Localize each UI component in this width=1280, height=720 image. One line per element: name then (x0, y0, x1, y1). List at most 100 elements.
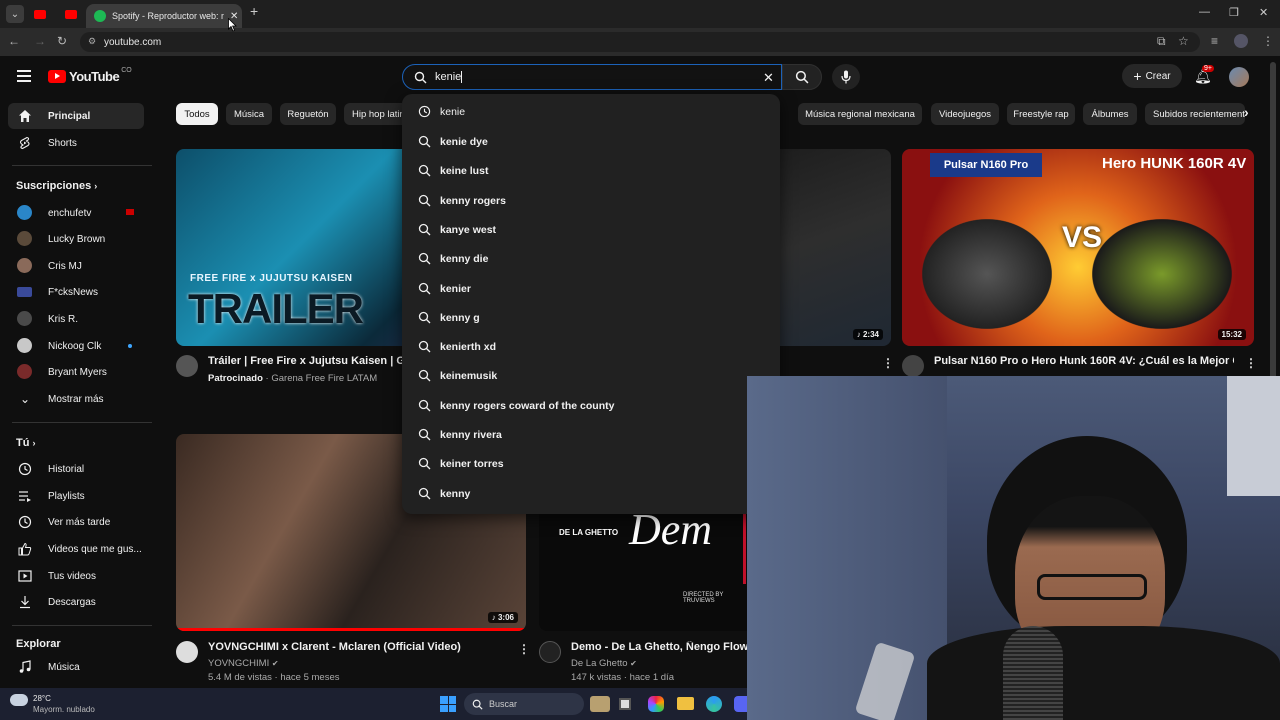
chevron-right-icon[interactable]: › (1244, 104, 1249, 120)
reading-list-icon[interactable]: ≡ (1211, 34, 1218, 48)
minimize-icon[interactable]: — (1199, 6, 1210, 18)
chip-musica-regional-mexicana[interactable]: Música regional mexicana (798, 103, 922, 125)
sidebar-show-more[interactable]: ⌄ Mostrar más (8, 386, 144, 412)
sidebar-sub-bryant-myers[interactable]: Bryant Myers (8, 359, 144, 385)
more-options-icon[interactable]: ⋮ (518, 642, 530, 656)
search-input[interactable]: kenie ✕ (402, 64, 782, 90)
tab-spotify[interactable]: Spotify - Reproductor web: música ✕ (86, 4, 242, 28)
sidebar-item-musica[interactable]: Música (8, 654, 144, 680)
search-icon (418, 252, 431, 265)
sidebar-sub-kris-r[interactable]: Kris R. (8, 306, 144, 332)
suggestion-item[interactable]: kenier (402, 274, 747, 303)
chip-videojuegos[interactable]: Videojuegos (931, 103, 999, 125)
sidebar-sub-enchufetv[interactable]: enchufetv (8, 200, 144, 226)
new-tab-icon[interactable]: + (250, 3, 258, 19)
video-title[interactable]: Pulsar N160 Pro o Hero Hunk 160R 4V: ¿Cu… (934, 355, 1234, 367)
edge-browser-icon[interactable] (706, 696, 722, 712)
suggestion-item[interactable]: kenny die (402, 244, 747, 273)
copilot-icon[interactable] (648, 696, 664, 712)
voice-search-button[interactable] (832, 64, 860, 90)
sidebar-item-shorts[interactable]: Shorts (8, 130, 144, 156)
sidebar-item-liked-videos[interactable]: Videos que me gus... (8, 536, 144, 562)
reload-icon[interactable]: ↻ (57, 34, 67, 48)
chip-freestyle-rap[interactable]: Freestyle rap (1007, 103, 1075, 125)
channel-name[interactable]: De La Ghetto (571, 658, 628, 669)
sidebar-item-ver-mas-tarde[interactable]: Ver más tarde (8, 509, 144, 535)
profile-icon[interactable] (1234, 34, 1248, 48)
channel-avatar (17, 311, 32, 326)
channel-avatar[interactable] (176, 641, 198, 663)
task-view-icon[interactable] (619, 698, 631, 710)
sidebar-item-principal[interactable]: Principal (8, 103, 144, 129)
channel-avatar[interactable] (176, 355, 198, 377)
suggestion-item[interactable]: kenny rogers coward of the county (402, 391, 747, 420)
youtube-tab[interactable] (31, 5, 49, 23)
widget-icon[interactable] (590, 696, 610, 712)
suggestion-item[interactable]: kenny g (402, 303, 747, 332)
chip-albumes[interactable]: Álbumes (1083, 103, 1137, 125)
chip-regueton[interactable]: Reguetón (280, 103, 336, 125)
sidebar-sub-lucky-brown[interactable]: Lucky Brown (8, 226, 144, 252)
maximize-icon[interactable]: ❐ (1229, 6, 1239, 19)
suggestion-item[interactable]: kenie dye (402, 127, 747, 156)
bookmark-star-icon[interactable]: ☆ (1178, 34, 1189, 48)
close-window-icon[interactable]: ✕ (1259, 6, 1268, 19)
channel-avatar[interactable] (902, 355, 924, 377)
youtube-logo[interactable]: YouTube CO (48, 67, 132, 84)
suggestion-item[interactable]: kenny (402, 479, 747, 508)
chip-todos[interactable]: Todos (176, 103, 218, 125)
chip-subidos-recientemente[interactable]: Subidos recientemente (1145, 103, 1245, 125)
chip-hip-hop-latino[interactable]: Hip hop latino (344, 103, 408, 125)
suggestion-text: keiner torres (440, 457, 504, 470)
video-thumbnail-pulsar[interactable]: Pulsar N160 Pro Hero HUNK 160R 4V VS 15:… (902, 149, 1254, 346)
site-info-icon[interactable]: ⚙ (88, 36, 96, 47)
suggestion-item[interactable]: keiner torres (402, 449, 747, 478)
suggestion-item[interactable]: kenie (402, 97, 747, 126)
address-bar[interactable]: ⚙ youtube.com (80, 32, 1200, 52)
sidebar-item-label: Nickoog Clk (48, 340, 102, 352)
subscriptions-title[interactable]: Suscripciones › (16, 180, 97, 192)
file-explorer-icon[interactable] (677, 697, 694, 710)
youtube-tab-2[interactable] (62, 5, 80, 23)
sidebar-sub-cris-mj[interactable]: Cris MJ (8, 253, 144, 279)
channel-name[interactable]: YOVNGCHIMI (208, 658, 269, 669)
channel-name[interactable]: Garena Free Fire LATAM (271, 373, 377, 384)
create-button[interactable]: + Crear (1122, 64, 1182, 88)
channel-avatar (17, 258, 32, 273)
suggestion-item[interactable]: kenny rogers (402, 186, 747, 215)
video-title[interactable]: Demo - De La Ghetto, Ñengo Flow (Officia… (571, 641, 747, 653)
suggestion-item[interactable]: keine lust (402, 156, 747, 185)
more-options-icon[interactable]: ⋮ (882, 356, 894, 370)
tab-search-icon[interactable]: ⌄ (6, 5, 24, 23)
sidebar-sub-nickoog-clk[interactable]: Nickoog Clk (8, 333, 144, 359)
sidebar-item-tus-videos[interactable]: Tus videos (8, 563, 144, 589)
suggestion-item[interactable]: kanye west (402, 215, 747, 244)
suggestion-item[interactable]: kenierth xd (402, 332, 747, 361)
weather-description[interactable]: Mayorm. nublado (33, 705, 95, 714)
taskbar-search-input[interactable]: Buscar (464, 693, 584, 715)
video-title[interactable]: Tráiler | Free Fire x Jujutsu Kaisen | G… (208, 355, 402, 367)
notifications-button[interactable]: 🔔︎ 9+ (1194, 65, 1214, 85)
suggestion-item[interactable]: kenny rivera (402, 420, 747, 449)
install-app-icon[interactable]: ⧉ (1157, 34, 1166, 49)
suggestion-item[interactable]: keinemusik (402, 361, 747, 390)
sidebar-item-historial[interactable]: Historial (8, 456, 144, 482)
more-options-icon[interactable]: ⋮ (1245, 356, 1257, 370)
weather-temperature[interactable]: 28°C (33, 694, 51, 703)
you-section-title[interactable]: Tú › (16, 437, 36, 449)
windows-start-icon[interactable] (440, 696, 456, 712)
back-icon[interactable]: ← (8, 34, 20, 48)
chip-musica[interactable]: Música (226, 103, 272, 125)
discord-icon[interactable] (734, 696, 747, 712)
account-avatar[interactable] (1229, 67, 1249, 87)
sidebar-item-playlists[interactable]: Playlists (8, 483, 144, 509)
sidebar-sub-fcksnews[interactable]: F*cksNews (8, 279, 144, 305)
forward-icon[interactable]: → (34, 34, 46, 48)
hamburger-menu-icon[interactable] (17, 70, 31, 82)
sidebar-item-descargas[interactable]: Descargas (8, 589, 144, 615)
clear-search-icon[interactable]: ✕ (763, 70, 774, 86)
channel-avatar[interactable] (539, 641, 561, 663)
video-title[interactable]: YOVNGCHIMI x Clarent - Mclaren (Official… (208, 641, 508, 653)
browser-menu-icon[interactable]: ⋮ (1262, 34, 1274, 48)
search-button[interactable] (782, 64, 822, 90)
